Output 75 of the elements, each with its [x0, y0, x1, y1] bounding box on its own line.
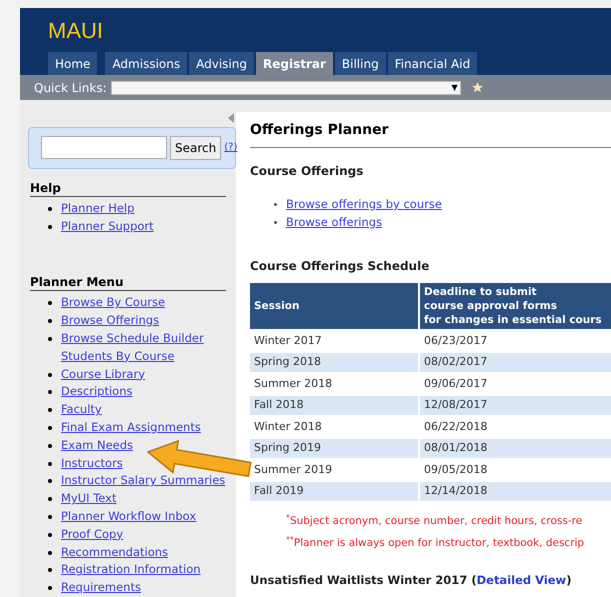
help-link[interactable]: (?): [224, 140, 238, 156]
bullet-icon: [48, 224, 52, 229]
menu-link[interactable]: Requirements: [61, 579, 141, 597]
paren: ): [566, 573, 572, 587]
star-icon[interactable]: [470, 81, 484, 94]
bullet-icon: [48, 550, 52, 555]
section-heading: Help: [30, 180, 226, 197]
detailed-view-link[interactable]: Detailed View: [476, 573, 566, 587]
table-cell: Spring 2019: [250, 438, 418, 458]
section-heading: Course Offerings: [250, 163, 364, 180]
menu-link[interactable]: Browse By Course: [61, 294, 166, 312]
section-heading: Planner Menu: [30, 275, 226, 292]
section-heading: Course Offerings Schedule: [250, 258, 430, 275]
table-cell: 08/02/2017: [420, 352, 611, 372]
menu-link[interactable]: Planner Help: [61, 200, 134, 218]
column-header: Deadline to submit course approval forms for changes in essential cours: [420, 283, 611, 329]
column-header: Session: [250, 283, 418, 329]
bullet-icon: [48, 337, 52, 342]
nav-tab[interactable]: Admissions: [105, 52, 188, 75]
menu-link[interactable]: Final Exam Assignments: [61, 419, 201, 437]
menu-link[interactable]: Proof Copy: [61, 526, 124, 544]
footnote: $^{*}$Subject acronym, course number, credit hours, cross-re: [286, 513, 584, 529]
collapse-icon[interactable]: [228, 113, 234, 123]
bullet-icon: [48, 497, 52, 502]
paren: (: [471, 573, 477, 587]
menu-link[interactable]: Exam Needs: [61, 436, 134, 455]
menu-link[interactable]: Registration Information: [61, 561, 201, 580]
menu-link[interactable]: Planner Workflow Inbox: [61, 508, 196, 526]
offerings-link[interactable]: Browse offerings by course: [286, 195, 442, 213]
bullet-icon: [48, 390, 52, 394]
bullet-icon: [48, 206, 52, 211]
bullet-icon: [48, 408, 52, 412]
bullet-icon: [274, 202, 277, 206]
menu-link[interactable]: Planner Support: [61, 218, 154, 236]
menu-link[interactable]: Instructor Salary Summaries: [61, 472, 226, 490]
bullet-icon: [48, 444, 52, 448]
search-button[interactable]: Search: [170, 136, 222, 160]
nav-tab[interactable]: Registrar: [256, 52, 333, 75]
table-cell: 12/14/2018: [420, 482, 611, 501]
quick-links-label: Quick Links:: [34, 80, 107, 96]
nav-tab[interactable]: Billing: [334, 52, 386, 75]
bullet-icon: [48, 372, 52, 377]
section-heading: Unsatisfied Waitlists Winter 2017: [250, 573, 468, 587]
table-cell: 12/08/2017: [420, 396, 611, 415]
bullet-icon: [48, 319, 52, 324]
menu-link[interactable]: Descriptions: [61, 383, 132, 402]
footnote: $^{**}$Planner is always open for instructor, textbook, descrip: [286, 535, 586, 551]
table-cell: Spring 2018: [250, 352, 418, 372]
bullet-icon: [48, 479, 52, 484]
bullet-icon: [48, 532, 52, 537]
menu-link[interactable]: Instructors: [61, 454, 123, 472]
table-cell: 08/01/2018: [420, 438, 611, 458]
search-field[interactable]: [41, 136, 167, 160]
menu-link[interactable]: Browse Offerings: [61, 312, 160, 330]
menu-link[interactable]: MyUI Text: [61, 490, 116, 508]
nav-tab[interactable]: Home: [48, 52, 98, 75]
menu-link[interactable]: Browse Schedule Builder Students By Course: [61, 330, 232, 366]
bullet-icon: [48, 426, 52, 430]
page-title: Offerings Planner: [250, 120, 611, 148]
offerings-link[interactable]: Browse offerings: [286, 213, 382, 231]
bullet-icon: [274, 220, 277, 224]
nav-tab[interactable]: Financial Aid: [388, 52, 478, 75]
menu-link[interactable]: Course Library: [61, 366, 146, 384]
bullet-icon: [48, 586, 52, 590]
quick-links-select[interactable]: ▼: [110, 80, 461, 94]
bullet-icon: [48, 462, 52, 466]
bullet-icon: [48, 301, 52, 306]
logo: MAUI: [48, 17, 103, 45]
table-cell: Fall 2018: [250, 396, 418, 415]
table-cell: Fall 2019: [250, 482, 418, 501]
menu-link[interactable]: Faculty: [61, 401, 102, 420]
menu-link[interactable]: Recommendations: [61, 544, 168, 562]
bullet-icon: [48, 515, 52, 520]
bullet-icon: [48, 568, 52, 572]
nav-tab[interactable]: Advising: [189, 52, 254, 75]
